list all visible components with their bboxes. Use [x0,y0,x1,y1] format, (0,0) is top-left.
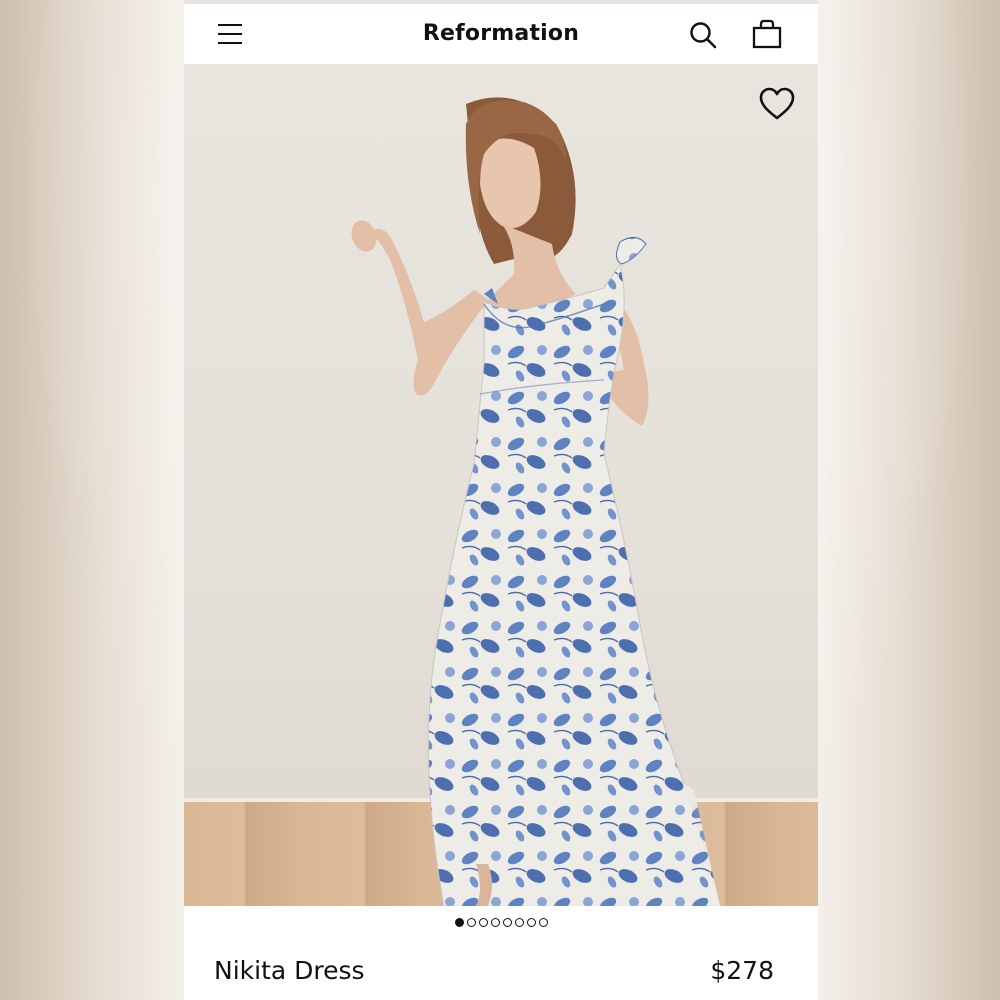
pagination-dot[interactable] [538,918,548,928]
pagination-dot[interactable] [466,918,476,928]
product-price: $278 [710,956,774,985]
top-navigation-bar: Reformation [184,0,818,68]
search-icon[interactable] [688,20,718,50]
pagination-dot[interactable] [490,918,500,928]
pagination-dot[interactable] [502,918,512,928]
pagination-dot[interactable] [454,918,464,928]
wishlist-heart-icon[interactable] [758,86,796,122]
image-pagination-dots [184,914,818,932]
pagination-dot[interactable] [526,918,536,928]
product-name: Nikita Dress [214,956,365,985]
model-illustration [351,97,721,906]
shopping-bag-icon[interactable] [751,18,783,50]
mobile-screen: Reformation Nikita Dress $278 [184,0,818,1000]
brand-logo[interactable]: Reformation [184,21,818,46]
pagination-dot[interactable] [514,918,524,928]
pagination-dot[interactable] [478,918,488,928]
product-image[interactable] [184,64,818,906]
